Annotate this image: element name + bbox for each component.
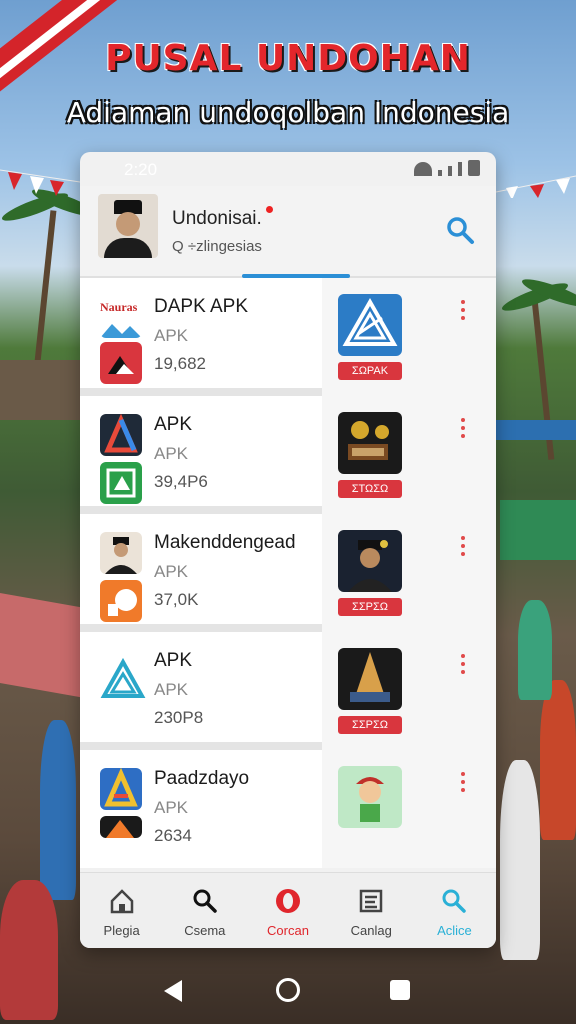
portrait-icon [338,530,402,592]
app-size: 39,4P6 [154,472,208,491]
app-name: DAPK APK [154,296,248,317]
app-type: APK [154,680,189,699]
profile-header: Undonisai. Q ÷zlingesias [80,186,496,278]
app-mini-icon [100,342,142,384]
catalog-icon [359,889,383,913]
more-options-icon[interactable] [460,654,466,678]
list-item[interactable]: Nauras DAPK APK APK 19,682 ΣΩΡΑΚ [80,278,496,396]
nav-item-canlag[interactable]: Canlag [330,873,413,948]
app-mini-icon [100,580,142,622]
avatar[interactable] [98,194,158,258]
recents-icon[interactable] [390,980,410,1000]
banner-subtitle: Adiaman undoqolban Indonesia [66,96,510,129]
app-mini-icon [100,414,142,456]
app-type: APK [154,562,189,581]
status-time: 2:20 [124,160,158,179]
app-logo-icon [338,294,402,356]
keys-icon [338,412,402,474]
system-navigation-bar [0,958,576,1024]
signal-icon [438,170,442,176]
app-size: 19,682 [154,354,206,373]
mascot-icon [338,766,402,828]
nav-item-plegia[interactable]: Plegia [80,873,163,948]
app-name: APK [154,414,193,435]
banner-title: PUSAL UNDOHAN [105,38,471,79]
person [518,600,552,700]
opera-icon [276,889,300,913]
list-item[interactable]: Makenddengead APK 37,0K ΣΣΡΣΩ [80,514,496,632]
list-item[interactable]: Paadzdayo APK 2634 [80,750,496,868]
app-type: APK [154,326,189,345]
nav-item-csema[interactable]: Csema [163,873,246,948]
market-stall-green [500,500,576,560]
nav-label: Aclice [437,923,472,938]
mountain-icon [100,318,142,338]
nav-label: Csema [184,923,226,938]
get-button[interactable]: ΣΤΩΣΩ [338,480,402,498]
market-stall-red [0,591,90,699]
search-icon [442,889,467,913]
home-icon [110,889,133,914]
search-hint[interactable]: Q ÷zlingesias [172,238,262,255]
person [40,720,76,900]
profile-name: Undonisai. [172,208,262,229]
battery-icon [468,160,480,176]
house-roof [0,360,80,420]
notification-dot [266,206,273,213]
app-type: APK [154,798,189,817]
person [540,680,576,840]
signal-icon [448,166,452,176]
app-size: 37,0K [154,590,199,609]
more-options-icon[interactable] [460,536,466,560]
triangle-logo-icon [100,658,146,704]
status-bar: 2:20 [80,152,496,186]
person [500,760,540,960]
get-button[interactable]: ΣΣΡΣΩ [338,598,402,616]
market-stall-blue [496,420,576,440]
app-size: 230P8 [154,708,204,727]
get-button[interactable]: ΣΩΡΑΚ [338,362,402,380]
signal-icon [458,162,462,176]
search-icon[interactable] [444,214,476,246]
app-mini-icon [100,462,142,504]
app-type: APK [154,444,189,463]
app-mini-icon [100,816,142,838]
nav-label: Plegia [103,923,140,938]
brand-label: Nauras [100,300,138,314]
nav-item-aclice[interactable]: Aclice [413,873,496,948]
get-button[interactable]: ΣΣΡΣΩ [338,716,402,734]
app-name: Makenddengead [154,532,296,553]
app-size: 2634 [154,826,192,845]
nav-label: Canlag [350,923,392,938]
more-options-icon[interactable] [460,300,466,324]
back-icon[interactable] [164,980,182,1002]
pyramid-icon [338,648,402,710]
home-button-icon[interactable] [276,978,300,1002]
app-name: Paadzdayo [154,768,250,789]
person-avatar-icon [100,532,142,574]
list-item[interactable]: APK APK 230P8 ΣΣΡΣΩ [80,632,496,750]
search-icon [193,889,217,913]
more-options-icon[interactable] [460,772,466,796]
more-options-icon[interactable] [460,418,466,442]
nav-label: Corcan [267,923,309,938]
phone-screen: 2:20 Undonisai. Q ÷zlingesias Nauras DAP… [80,152,496,948]
status-icons [414,160,480,176]
wifi-icon [414,162,432,176]
app-mini-icon [100,768,142,810]
nav-item-corcan[interactable]: Corcan [246,873,329,948]
list-item[interactable]: APK APK 39,4P6 ΣΤΩΣΩ [80,396,496,514]
bottom-navigation: Plegia Csema Corcan Canlag Aclice [80,872,496,948]
app-name: APK [154,650,193,671]
app-list: Nauras DAPK APK APK 19,682 ΣΩΡΑΚ APK APK… [80,278,496,868]
